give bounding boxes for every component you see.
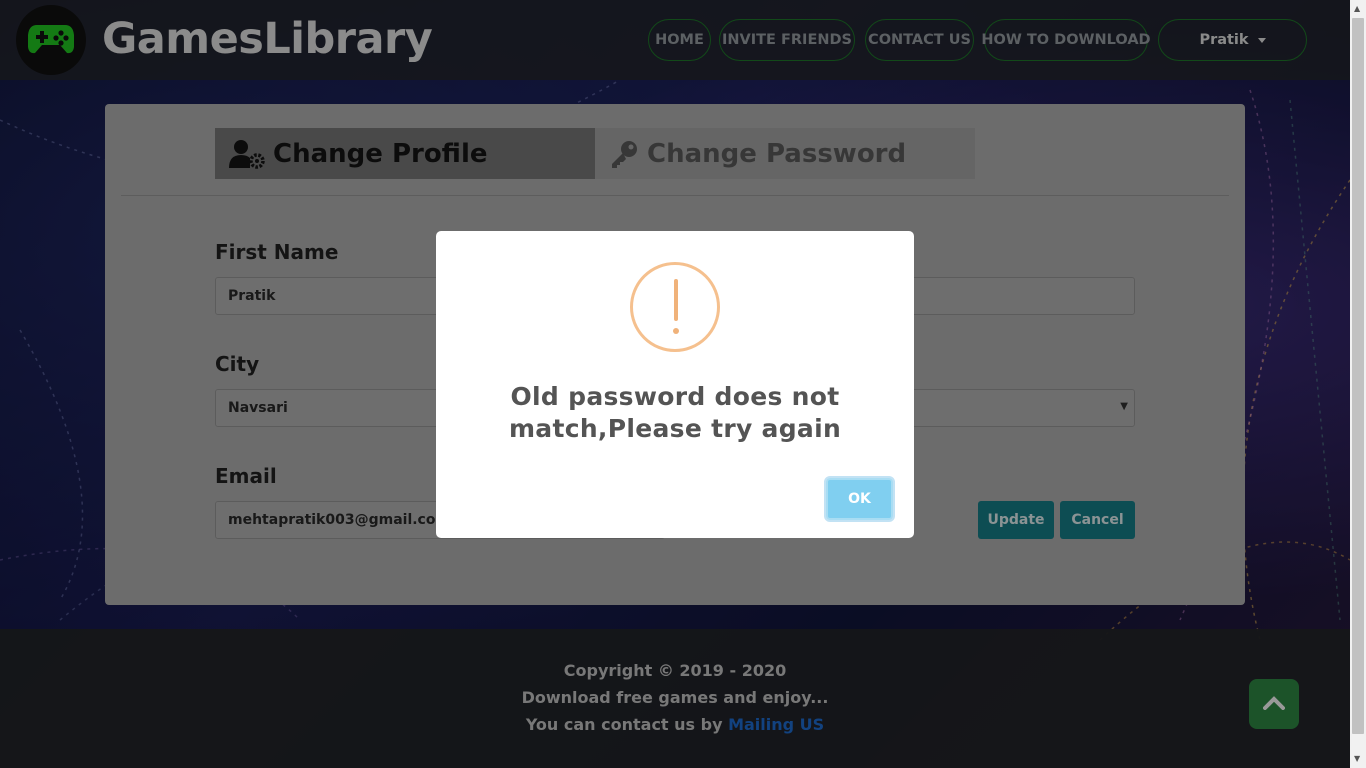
alert-dialog: Old password does not match,Please try a… [436,231,914,538]
scroll-down-arrow-icon[interactable]: ▼ [1354,754,1360,763]
scroll-up-arrow-icon[interactable]: ▲ [1354,4,1360,13]
scrollbar-thumb[interactable] [1352,18,1364,734]
warning-icon [630,262,720,352]
alert-message: Old password does not match,Please try a… [508,382,842,443]
ok-button[interactable]: OK [824,476,895,522]
